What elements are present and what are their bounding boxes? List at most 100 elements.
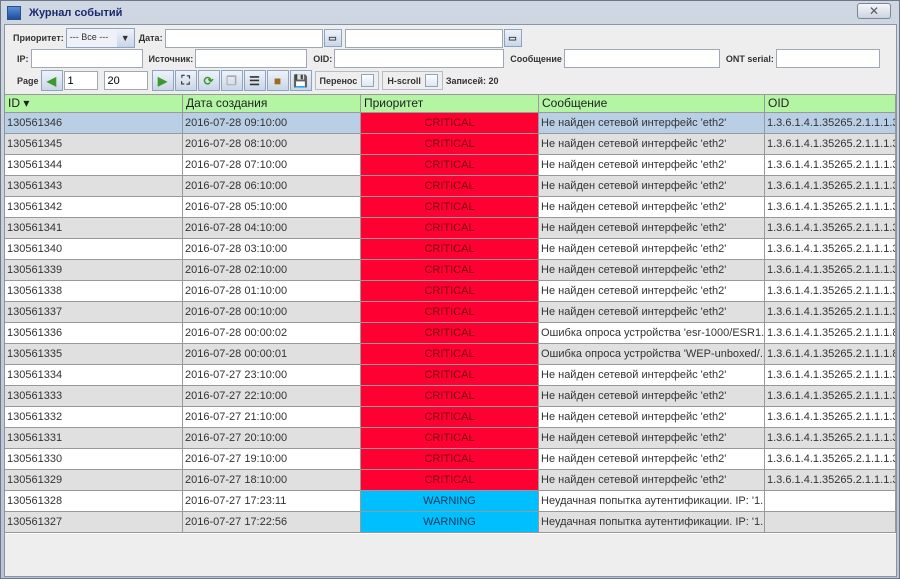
cell-oid[interactable]: 1.3.6.1.4.1.35265.2.1.1.1.3 xyxy=(765,239,896,260)
priority-badge[interactable]: WARNING xyxy=(361,491,539,512)
cell-created[interactable]: 2016-07-28 05:10:00 xyxy=(183,197,361,218)
priority-badge[interactable]: CRITICAL xyxy=(361,134,539,155)
cell-message[interactable]: Не найден сетевой интерфейс 'eth2' xyxy=(539,302,765,323)
cell-created[interactable]: 2016-07-27 18:10:00 xyxy=(183,470,361,491)
cell-created[interactable]: 2016-07-28 03:10:00 xyxy=(183,239,361,260)
cell-created[interactable]: 2016-07-27 23:10:00 xyxy=(183,365,361,386)
prev-page-button[interactable]: ◀ xyxy=(40,70,63,91)
column-header-created[interactable]: Дата создания xyxy=(183,95,361,113)
cell-created[interactable]: 2016-07-28 02:10:00 xyxy=(183,260,361,281)
page-input[interactable] xyxy=(63,71,98,90)
cell-id[interactable]: 130561346 xyxy=(5,113,183,134)
close-button[interactable]: ✕ xyxy=(857,3,891,19)
cell-id[interactable]: 130561327 xyxy=(5,512,183,533)
cell-id[interactable]: 130561340 xyxy=(5,239,183,260)
cell-id[interactable]: 130561338 xyxy=(5,281,183,302)
cell-oid[interactable]: 1.3.6.1.4.1.35265.2.1.1.1.8 xyxy=(765,344,896,365)
next-page-button[interactable]: ▶ xyxy=(151,70,174,91)
cell-id[interactable]: 130561337 xyxy=(5,302,183,323)
export-button[interactable]: ■ xyxy=(266,70,289,91)
fit-button[interactable]: ⛶ xyxy=(174,70,197,91)
cell-id[interactable]: 130561336 xyxy=(5,323,183,344)
priority-badge[interactable]: CRITICAL xyxy=(361,218,539,239)
oid-input[interactable] xyxy=(334,49,505,68)
cell-message[interactable]: Не найден сетевой интерфейс 'eth2' xyxy=(539,197,765,218)
priority-badge[interactable]: CRITICAL xyxy=(361,113,539,134)
ip-input[interactable] xyxy=(30,49,143,68)
cell-message[interactable]: Не найден сетевой интерфейс 'eth2' xyxy=(539,365,765,386)
priority-badge[interactable]: CRITICAL xyxy=(361,302,539,323)
cell-id[interactable]: 130561334 xyxy=(5,365,183,386)
priority-badge[interactable]: CRITICAL xyxy=(361,407,539,428)
cell-id[interactable]: 130561332 xyxy=(5,407,183,428)
date-to-input[interactable] xyxy=(344,28,503,48)
cell-created[interactable]: 2016-07-27 19:10:00 xyxy=(183,449,361,470)
page-size-input[interactable] xyxy=(103,71,148,90)
priority-badge[interactable]: CRITICAL xyxy=(361,470,539,491)
cell-oid[interactable]: 1.3.6.1.4.1.35265.2.1.1.1.3 xyxy=(765,176,896,197)
priority-badge[interactable]: CRITICAL xyxy=(361,281,539,302)
cell-message[interactable]: Не найден сетевой интерфейс 'eth2' xyxy=(539,449,765,470)
cell-oid[interactable]: 1.3.6.1.4.1.35265.2.1.1.1.3 xyxy=(765,428,896,449)
cell-oid[interactable]: 1.3.6.1.4.1.35265.2.1.1.1.3 xyxy=(765,260,896,281)
cell-oid[interactable]: 1.3.6.1.4.1.35265.2.1.1.1.3 xyxy=(765,407,896,428)
cell-oid[interactable]: 1.3.6.1.4.1.35265.2.1.1.1.3 xyxy=(765,449,896,470)
cell-message[interactable]: Не найден сетевой интерфейс 'eth2' xyxy=(539,428,765,449)
priority-badge[interactable]: CRITICAL xyxy=(361,428,539,449)
cell-message[interactable]: Не найден сетевой интерфейс 'eth2' xyxy=(539,260,765,281)
ont-serial-input[interactable] xyxy=(775,49,880,68)
cell-id[interactable]: 130561331 xyxy=(5,428,183,449)
cell-id[interactable]: 130561343 xyxy=(5,176,183,197)
cell-oid[interactable]: 1.3.6.1.4.1.35265.2.1.1.1.3 xyxy=(765,113,896,134)
cell-created[interactable]: 2016-07-28 04:10:00 xyxy=(183,218,361,239)
cell-message[interactable]: Неудачная попытка аутентификации. IP: '1… xyxy=(539,512,765,533)
priority-badge[interactable]: CRITICAL xyxy=(361,239,539,260)
cell-message[interactable]: Не найден сетевой интерфейс 'eth2' xyxy=(539,113,765,134)
cell-created[interactable]: 2016-07-28 00:00:02 xyxy=(183,323,361,344)
cell-oid[interactable] xyxy=(765,491,896,512)
cell-id[interactable]: 130561345 xyxy=(5,134,183,155)
cell-message[interactable]: Не найден сетевой интерфейс 'eth2' xyxy=(539,470,765,491)
cell-id[interactable]: 130561329 xyxy=(5,470,183,491)
cell-id[interactable]: 130561335 xyxy=(5,344,183,365)
priority-badge[interactable]: CRITICAL xyxy=(361,176,539,197)
date-from-input[interactable] xyxy=(164,28,323,48)
cell-created[interactable]: 2016-07-27 21:10:00 xyxy=(183,407,361,428)
cell-id[interactable]: 130561342 xyxy=(5,197,183,218)
priority-badge[interactable]: CRITICAL xyxy=(361,449,539,470)
cell-created[interactable]: 2016-07-27 17:22:56 xyxy=(183,512,361,533)
cell-created[interactable]: 2016-07-27 17:23:11 xyxy=(183,491,361,512)
priority-badge[interactable]: CRITICAL xyxy=(361,155,539,176)
cell-created[interactable]: 2016-07-27 22:10:00 xyxy=(183,386,361,407)
save-button[interactable]: 💾 xyxy=(289,70,312,91)
copy-button[interactable]: ❐ xyxy=(220,70,243,91)
priority-badge[interactable]: CRITICAL xyxy=(361,386,539,407)
cell-message[interactable]: Не найден сетевой интерфейс 'eth2' xyxy=(539,155,765,176)
cell-message[interactable]: Не найден сетевой интерфейс 'eth2' xyxy=(539,134,765,155)
cell-oid[interactable]: 1.3.6.1.4.1.35265.2.1.1.1.8 xyxy=(765,323,896,344)
cell-id[interactable]: 130561344 xyxy=(5,155,183,176)
cell-id[interactable]: 130561339 xyxy=(5,260,183,281)
calendar-to-button[interactable]: ▭ xyxy=(503,29,522,47)
hscroll-checkbox[interactable] xyxy=(424,74,438,87)
column-header-id[interactable]: ID ▾ xyxy=(5,95,183,113)
priority-badge[interactable]: CRITICAL xyxy=(361,344,539,365)
priority-badge[interactable]: CRITICAL xyxy=(361,323,539,344)
priority-badge[interactable]: WARNING xyxy=(361,512,539,533)
cell-created[interactable]: 2016-07-28 01:10:00 xyxy=(183,281,361,302)
cell-id[interactable]: 130561328 xyxy=(5,491,183,512)
cell-oid[interactable]: 1.3.6.1.4.1.35265.2.1.1.1.3 xyxy=(765,302,896,323)
cell-message[interactable]: Не найден сетевой интерфейс 'eth2' xyxy=(539,386,765,407)
refresh-button[interactable]: ⟳ xyxy=(197,70,220,91)
cell-id[interactable]: 130561341 xyxy=(5,218,183,239)
cell-created[interactable]: 2016-07-28 08:10:00 xyxy=(183,134,361,155)
wrap-toggle[interactable]: Перенос xyxy=(314,71,380,90)
cell-message[interactable]: Не найден сетевой интерфейс 'eth2' xyxy=(539,407,765,428)
priority-badge[interactable]: CRITICAL xyxy=(361,260,539,281)
cell-created[interactable]: 2016-07-28 09:10:00 xyxy=(183,113,361,134)
cell-oid[interactable] xyxy=(765,512,896,533)
cell-message[interactable]: Ошибка опроса устройства 'esr-1000/ESR1.… xyxy=(539,323,765,344)
cell-oid[interactable]: 1.3.6.1.4.1.35265.2.1.1.1.3 xyxy=(765,218,896,239)
cell-message[interactable]: Ошибка опроса устройства 'WEP-unboxed/..… xyxy=(539,344,765,365)
cell-message[interactable]: Не найден сетевой интерфейс 'eth2' xyxy=(539,176,765,197)
